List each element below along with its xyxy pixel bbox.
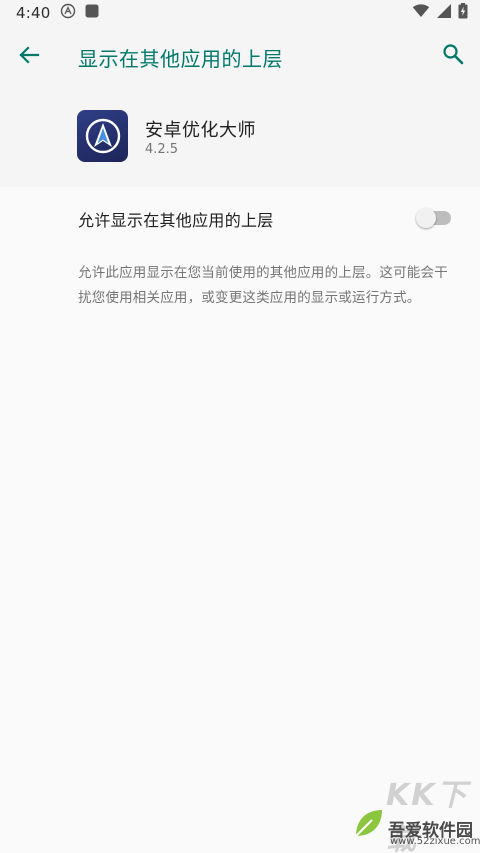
setting-description: 允许此应用显示在您当前使用的其他应用的上层。这可能会干扰您使用相关应用，或变更这… <box>78 265 448 306</box>
app-version: 4.2.5 <box>145 142 179 157</box>
notification-square-icon <box>84 3 100 23</box>
app-header: 安卓优化大师 4.2.5 <box>0 87 480 187</box>
back-button[interactable] <box>14 42 44 72</box>
arrow-back-icon <box>18 44 40 70</box>
wifi-icon <box>412 3 430 23</box>
switch-thumb <box>416 208 436 228</box>
optimizer-logo-icon <box>85 118 120 154</box>
watermark: KK下载 吾爱软件园 www.52zixue.com <box>346 770 480 853</box>
overlay-permission-setting[interactable]: 允许显示在其他应用的上层 <box>0 187 480 245</box>
overlay-permission-switch[interactable] <box>416 208 452 228</box>
battery-charging-icon <box>458 2 468 23</box>
notification-app-icon <box>60 3 76 23</box>
watermark-url: www.52zixue.com <box>390 836 480 847</box>
search-button[interactable] <box>438 41 468 71</box>
app-icon <box>77 110 128 162</box>
signal-icon <box>436 3 452 23</box>
app-bar: 显示在其他应用的上层 <box>0 25 480 87</box>
status-time: 4:40 <box>16 3 51 22</box>
app-name: 安卓优化大师 <box>145 120 256 141</box>
setting-label: 允许显示在其他应用的上层 <box>78 211 274 230</box>
page-title: 显示在其他应用的上层 <box>78 47 283 71</box>
status-system-icons <box>412 2 468 23</box>
search-icon <box>442 43 464 69</box>
leaf-logo-icon <box>352 806 386 840</box>
status-bar: 4:40 <box>0 0 480 25</box>
status-notification-icons <box>60 3 100 23</box>
